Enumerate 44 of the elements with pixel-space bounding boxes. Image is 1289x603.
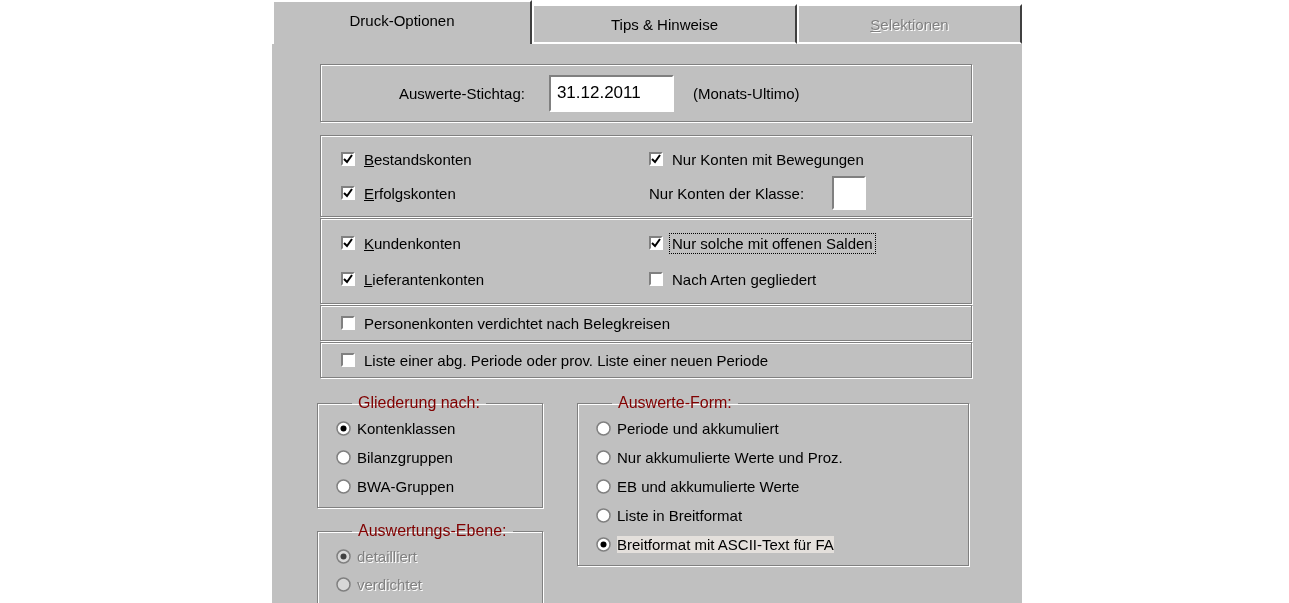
radio-button[interactable] [596,479,611,494]
checkbox-label[interactable]: Erfolgskonten [361,182,459,204]
checkbox[interactable] [341,272,355,286]
checkbox-label[interactable]: Nur solche mit offenen Salden [669,232,876,254]
checkbox[interactable] [341,186,355,200]
checkbox[interactable] [649,236,663,250]
field-label: Auswerte-Stichtag: [399,84,525,102]
radio-label[interactable]: BWA-Gruppen [357,478,454,495]
radio-button[interactable] [596,537,611,552]
checkbox-label[interactable]: Nur Konten mit Bewegungen [669,148,867,170]
radio-button[interactable] [596,421,611,436]
radio-button[interactable] [596,508,611,523]
checkbox-label[interactable]: Liste einer abg. Periode oder prov. Liste einer neuen Periode [361,349,772,371]
checkbox-label[interactable]: Bestandskonten [361,148,475,170]
checkbox[interactable] [649,272,663,286]
checkbox-label[interactable]: Nach Arten gegliedert [669,268,820,290]
checkbox[interactable] [649,152,663,166]
class-field[interactable] [832,176,867,210]
field-label: Nur Konten der Klasse: [649,184,805,202]
date-field[interactable]: 31.12.2011 [548,74,674,112]
radio-button[interactable] [336,450,351,465]
checkbox[interactable] [341,236,355,250]
group-title: Auswerte-Form: [617,394,733,412]
tab[interactable]: Tips & Hinweise [532,4,797,44]
field-hint: (Monats-Ultimo) [692,84,800,102]
radio-label[interactable]: Nur akkumulierte Werte und Proz. [617,449,843,466]
group-title: Gliederung nach: [357,394,481,412]
tab[interactable]: Druck-Optionen [272,0,532,44]
checkbox-label[interactable]: Personenkonten verdichtet nach Belegkreisen [361,312,674,334]
radio-label[interactable]: EB und akkumulierte Werte [617,478,800,495]
group-title: Auswertungs-Ebene: [357,522,508,540]
checkbox[interactable] [341,316,355,330]
radio-button[interactable] [336,421,351,436]
checkbox-label[interactable]: Lieferantenkonten [361,268,488,290]
radio-label[interactable]: Breitformat mit ASCII-Text für FA [617,536,834,553]
radio-label[interactable]: Kontenklassen [357,420,456,437]
radio-label[interactable]: Liste in Breitformat [617,507,743,524]
radio-button[interactable] [596,450,611,465]
checkbox[interactable] [341,152,355,166]
checkbox-label[interactable]: Kundenkonten [361,232,464,254]
radio-button[interactable] [336,479,351,494]
radio-label[interactable]: Bilanzgruppen [357,449,453,466]
radio-label[interactable]: Periode und akkumuliert [617,420,779,437]
checkbox[interactable] [341,353,355,367]
